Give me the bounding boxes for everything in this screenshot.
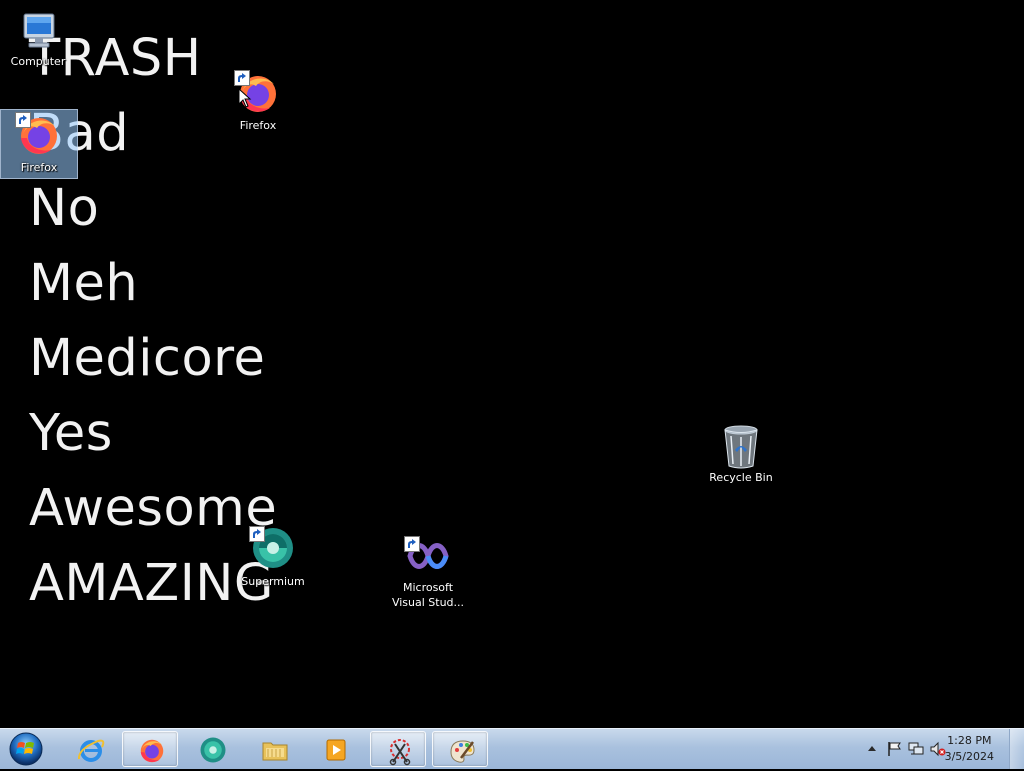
taskbar-button-paint[interactable] xyxy=(432,731,488,767)
taskbar-button-media-player[interactable] xyxy=(307,731,363,767)
start-button[interactable] xyxy=(4,731,48,767)
desktop-wallpaper: TRASH Bad No Meh Medicore Yes Awesome AM… xyxy=(0,0,1024,728)
desktop-icon-supermium[interactable]: Supermium xyxy=(235,526,311,589)
network-icon[interactable] xyxy=(908,741,924,757)
desktop-icon-visual-studio[interactable]: Microsoft Visual Stud... xyxy=(390,536,466,610)
taskbar-button-supermium[interactable] xyxy=(184,731,240,767)
firefox-icon xyxy=(15,112,63,160)
desktop-icon-firefox[interactable]: Firefox xyxy=(220,70,296,133)
taskbar-button-internet-explorer[interactable] xyxy=(62,731,118,767)
clock-date: 3/5/2024 xyxy=(944,750,994,763)
shortcut-arrow-icon xyxy=(234,70,250,86)
ie-icon xyxy=(77,739,105,762)
desktop-icon-recycle-bin[interactable]: Recycle Bin xyxy=(703,422,779,485)
windows-orb-icon xyxy=(9,732,43,766)
taskbar-button-snipping-tool[interactable] xyxy=(370,731,426,767)
computer-icon xyxy=(14,8,62,56)
supermium-icon xyxy=(249,526,297,574)
shortcut-arrow-icon xyxy=(249,526,265,542)
wallpaper-word-meh: Meh xyxy=(29,254,139,313)
system-clock[interactable]: 1:28 PM 3/5/2024 xyxy=(945,733,994,765)
recycle-bin-icon xyxy=(717,422,765,470)
media-player-icon xyxy=(326,739,346,761)
show-desktop-button[interactable] xyxy=(1009,729,1024,769)
visual-studio-icon xyxy=(404,536,452,576)
desktop-icon-label: Recycle Bin xyxy=(709,471,773,484)
taskbar: 1:28 PM 3/5/2024 xyxy=(0,728,1024,769)
wallpaper-word-yes: Yes xyxy=(29,404,113,463)
taskbar-button-firefox[interactable] xyxy=(122,731,178,767)
mouse-cursor-icon xyxy=(238,88,252,108)
desktop-icon-label: Firefox xyxy=(20,161,58,174)
firefox-icon xyxy=(140,739,164,763)
desktop-icon-label: Microsoft Visual Stud... xyxy=(391,581,465,609)
supermium-icon xyxy=(200,737,226,763)
volume-muted-icon[interactable] xyxy=(930,741,946,757)
folder-icon xyxy=(262,742,288,761)
clock-time: 1:28 PM xyxy=(947,734,992,747)
wallpaper-word-medicore: Medicore xyxy=(29,329,266,388)
show-hidden-icons-arrow[interactable] xyxy=(868,745,876,751)
action-center-flag-icon[interactable] xyxy=(886,741,902,757)
snipping-tool-icon xyxy=(389,739,411,766)
shortcut-arrow-icon xyxy=(15,112,31,128)
desktop-icon-firefox-selected[interactable]: Firefox xyxy=(0,109,78,179)
desktop-icon-label: Firefox xyxy=(239,119,277,132)
desktop-icon-computer[interactable]: Computer xyxy=(0,8,76,69)
desktop-icon-label: Computer xyxy=(10,55,66,68)
system-tray: 1:28 PM 3/5/2024 xyxy=(834,729,1024,769)
desktop-icon-label: Supermium xyxy=(241,575,305,588)
taskbar-button-file-explorer[interactable] xyxy=(246,731,302,767)
paint-icon xyxy=(450,740,475,763)
wallpaper-word-no: No xyxy=(29,179,100,238)
shortcut-arrow-icon xyxy=(404,536,420,552)
